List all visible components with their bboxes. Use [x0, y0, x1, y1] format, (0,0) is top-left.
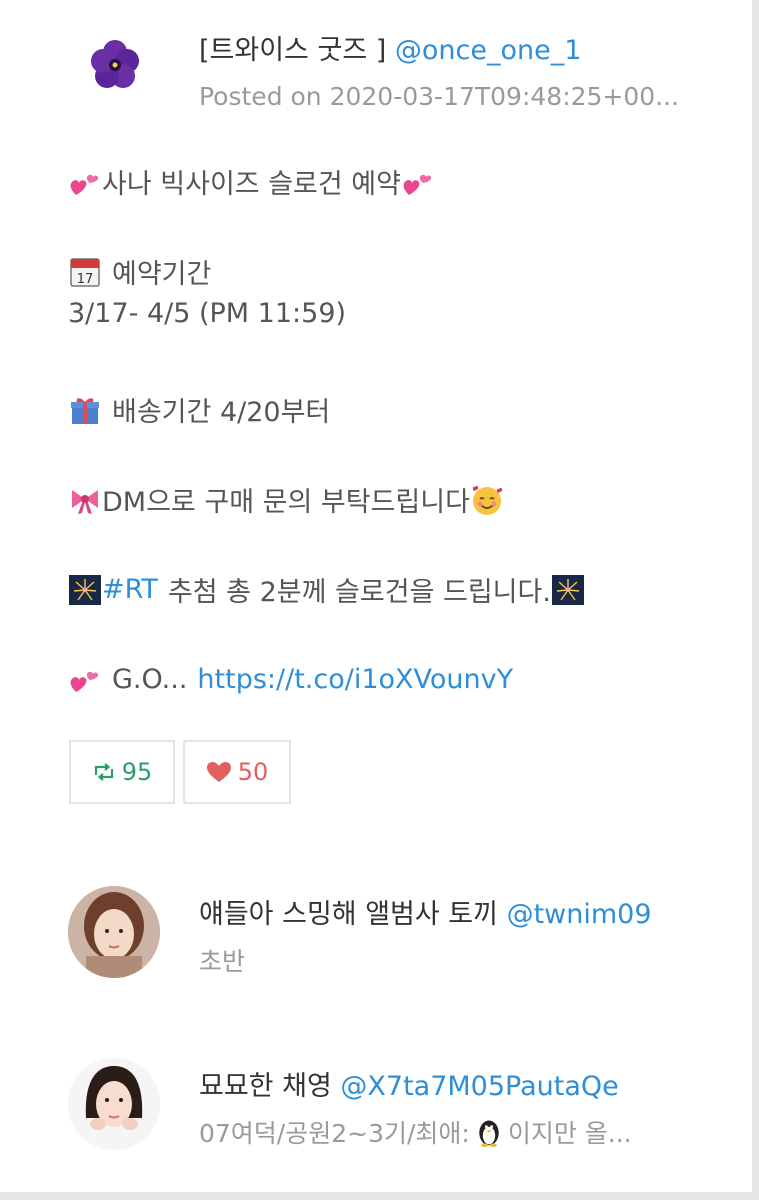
author-handle[interactable]: @once_one_1: [395, 35, 582, 66]
post-line-rt: #RT 추첨 총 2분께 슬로건을 드립니다.: [68, 570, 585, 609]
reply-user-line: 얘들아 스밍해 앨범사 토끼 @twnim09: [199, 892, 652, 931]
post-line-shipping: 배송기간 4/20부터: [68, 390, 330, 429]
post-line-title: 사나 빅사이즈 슬로건 예약: [68, 162, 435, 201]
scroll-edge: [752, 0, 759, 1200]
rt-hashtag[interactable]: #RT: [102, 574, 158, 605]
reply-user-name[interactable]: 얘들아 스밍해 앨범사 토끼: [199, 899, 498, 930]
reply-user-line: 묘묘한 채영 @X7ta7M05PautaQe: [199, 1064, 619, 1103]
two-hearts-icon: [401, 165, 435, 199]
avatar[interactable]: [68, 1058, 160, 1150]
post-line-link: G.O... https://t.co/i1oXVounvY: [68, 662, 513, 696]
post-header: [트와이스 굿즈 ] @once_one_1 Posted on 2020-03…: [68, 20, 718, 120]
period-value: 3/17- 4/5 (PM 11:59): [68, 298, 347, 329]
list-item[interactable]: 얘들아 스밍해 앨범사 토끼 @twnim09 초반: [68, 884, 718, 984]
svg-text:17: 17: [77, 272, 94, 287]
author-name[interactable]: [트와이스 굿즈 ]: [199, 35, 386, 66]
fireworks-icon: [551, 573, 585, 607]
reply-user-bio-end: 이지만 올...: [507, 1119, 632, 1148]
two-hearts-icon: [68, 662, 102, 696]
tweet-link[interactable]: https://t.co/i1oXVounvY: [197, 664, 513, 695]
reply-user-handle[interactable]: @X7ta7M05PautaQe: [340, 1071, 618, 1102]
retweet-button[interactable]: 95: [69, 740, 175, 804]
reply-user-bio: 07여덕/공원2~3기/최애: 이지만 올...: [199, 1114, 632, 1150]
reply-user-name[interactable]: 묘묘한 채영: [199, 1071, 332, 1102]
avatar[interactable]: [68, 886, 160, 978]
rt-text: 추첨 총 2분께 슬로건을 드립니다.: [167, 577, 551, 608]
heart-icon: [206, 762, 231, 782]
reply-user-bio: 초반: [199, 947, 246, 976]
bottom-edge: [0, 1192, 759, 1200]
list-item[interactable]: 묘묘한 채영 @X7ta7M05PautaQe 07여덕/공원2~3기/최애: …: [68, 1056, 718, 1156]
post-title-text: 사나 빅사이즈 슬로건 예약: [102, 169, 401, 200]
like-button[interactable]: 50: [183, 740, 291, 804]
period-label: 예약기간: [112, 259, 212, 290]
fireworks-icon: [68, 573, 102, 607]
like-count: 50: [237, 758, 269, 786]
retweet-icon: [94, 763, 113, 781]
penguin-icon: [474, 1117, 504, 1147]
post-line-period-label: 17 예약기간: [68, 252, 211, 291]
dm-text: DM으로 구매 문의 부탁드립니다: [102, 487, 470, 518]
post-line-dm: DM으로 구매 문의 부탁드립니다: [68, 480, 504, 519]
two-hearts-icon: [68, 165, 102, 199]
shipping-text: 배송기간 4/20부터: [112, 397, 331, 428]
reply-user-handle[interactable]: @twnim09: [507, 899, 652, 930]
posted-timestamp: Posted on 2020-03-17T09:48:25+00...: [199, 82, 680, 111]
go-prefix: G.O...: [112, 663, 188, 695]
tweet-card: [트와이스 굿즈 ] @once_one_1 Posted on 2020-03…: [0, 0, 752, 1192]
ribbon-icon: [68, 483, 102, 517]
smiling-face-with-hearts-icon: [470, 483, 504, 517]
gift-icon: [68, 393, 102, 427]
purple-flower-icon[interactable]: [80, 30, 150, 100]
retweet-count: 95: [121, 758, 153, 786]
reply-user-bio-start: 07여덕/공원2~3기/최애:: [199, 1119, 470, 1148]
author-line: [트와이스 굿즈 ] @once_one_1: [199, 28, 581, 67]
calendar-icon: 17: [68, 255, 102, 289]
